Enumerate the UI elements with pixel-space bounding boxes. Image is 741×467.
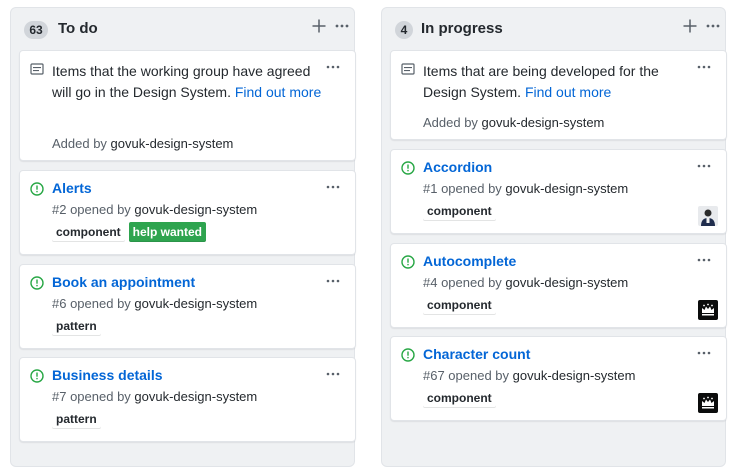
- assignee-avatar-crown-icon[interactable]: [698, 393, 718, 413]
- issue-opened-icon: [401, 255, 415, 269]
- assignee-avatar[interactable]: [698, 206, 718, 226]
- issue-labels: component: [423, 201, 500, 221]
- issue-author: govuk-design-system: [134, 389, 258, 404]
- find-out-more-link[interactable]: Find out more: [525, 84, 611, 100]
- label-component[interactable]: component: [423, 388, 496, 408]
- issue-labels: component help wanted: [52, 222, 210, 242]
- note-card[interactable]: Items that the working group have agreed…: [19, 50, 356, 161]
- label-help-wanted[interactable]: help wanted: [128, 222, 207, 242]
- issue-card[interactable]: Accordion #1 opened by govuk-design-syst…: [390, 149, 727, 234]
- issue-opened-icon: [30, 369, 44, 383]
- note-text: Items that are being developed for the D…: [423, 61, 693, 103]
- issue-title-link[interactable]: Autocomplete: [423, 251, 516, 271]
- note-text: Items that the working group have agreed…: [52, 61, 322, 103]
- column-in-progress: 4 In progress Items that are being devel…: [381, 7, 727, 467]
- issue-author: govuk-design-system: [134, 296, 258, 311]
- find-out-more-link[interactable]: Find out more: [235, 84, 321, 100]
- issue-opened-icon: [30, 182, 44, 196]
- issue-card[interactable]: Business details #7 opened by govuk-desi…: [19, 357, 356, 442]
- issue-opened-icon: [30, 276, 44, 290]
- issue-number-opened-by: #7 opened by: [52, 389, 135, 404]
- issue-labels: component: [423, 388, 500, 408]
- column-todo: 63 To do Items that the working group ha…: [10, 7, 356, 467]
- card-menu-kebab-icon[interactable]: [696, 59, 712, 75]
- card-menu-kebab-icon[interactable]: [325, 273, 341, 289]
- issue-labels: pattern: [52, 409, 105, 429]
- issue-title-link[interactable]: Character count: [423, 344, 530, 364]
- issue-number-opened-by: #1 opened by: [423, 181, 506, 196]
- issue-title-link[interactable]: Business details: [52, 365, 163, 385]
- issue-number-opened-by: #2 opened by: [52, 202, 135, 217]
- label-component[interactable]: component: [423, 201, 496, 221]
- issue-number-opened-by: #67 opened by: [423, 368, 513, 383]
- card-menu-kebab-icon[interactable]: [696, 252, 712, 268]
- column-title: In progress: [421, 20, 503, 37]
- column-header: 63 To do: [11, 8, 354, 48]
- added-by-user: govuk-design-system: [481, 115, 605, 130]
- label-component[interactable]: component: [52, 222, 125, 242]
- issue-opened-icon: [401, 161, 415, 175]
- issue-author: govuk-design-system: [134, 202, 258, 217]
- card-count-badge: 4: [395, 21, 413, 39]
- issue-labels: component: [423, 295, 500, 315]
- note-icon: [30, 63, 44, 75]
- issue-title-link[interactable]: Book an appointment: [52, 272, 195, 292]
- added-by-user: govuk-design-system: [110, 136, 234, 151]
- card-count-badge: 63: [24, 21, 48, 39]
- card-menu-kebab-icon[interactable]: [325, 179, 341, 195]
- issue-labels: pattern: [52, 316, 105, 336]
- issue-card[interactable]: Book an appointment #6 opened by govuk-d…: [19, 264, 356, 349]
- issue-title-link[interactable]: Alerts: [52, 178, 92, 198]
- label-pattern[interactable]: pattern: [52, 409, 101, 429]
- issue-number-opened-by: #4 opened by: [423, 275, 506, 290]
- card-menu-kebab-icon[interactable]: [696, 158, 712, 174]
- label-pattern[interactable]: pattern: [52, 316, 101, 336]
- issue-number-opened-by: #6 opened by: [52, 296, 135, 311]
- issue-meta: #2 opened by govuk-design-system: [52, 201, 257, 218]
- note-added-by: Added by govuk-design-system: [52, 135, 233, 152]
- issue-card[interactable]: Alerts #2 opened by govuk-design-system …: [19, 170, 356, 255]
- issue-meta: #7 opened by govuk-design-system: [52, 388, 257, 405]
- issue-meta: #6 opened by govuk-design-system: [52, 295, 257, 312]
- issue-author: govuk-design-system: [505, 181, 629, 196]
- column-title: To do: [58, 20, 98, 37]
- assignee-avatar-crown-icon[interactable]: [698, 300, 718, 320]
- issue-title-link[interactable]: Accordion: [423, 157, 492, 177]
- issue-meta: #4 opened by govuk-design-system: [423, 274, 628, 291]
- card-menu-kebab-icon[interactable]: [325, 59, 341, 75]
- note-icon: [401, 63, 415, 75]
- issue-card[interactable]: Autocomplete #4 opened by govuk-design-s…: [390, 243, 727, 328]
- label-component[interactable]: component: [423, 295, 496, 315]
- column-menu-kebab-icon[interactable]: [334, 18, 350, 34]
- card-menu-kebab-icon[interactable]: [325, 366, 341, 382]
- issue-opened-icon: [401, 348, 415, 362]
- card-menu-kebab-icon[interactable]: [696, 345, 712, 361]
- added-by-prefix: Added by: [52, 136, 111, 151]
- add-card-plus-icon[interactable]: [311, 18, 327, 34]
- issue-author: govuk-design-system: [505, 275, 629, 290]
- add-card-plus-icon[interactable]: [682, 18, 698, 34]
- issue-meta: #67 opened by govuk-design-system: [423, 367, 635, 384]
- issue-meta: #1 opened by govuk-design-system: [423, 180, 628, 197]
- added-by-prefix: Added by: [423, 115, 482, 130]
- column-menu-kebab-icon[interactable]: [705, 18, 721, 34]
- note-card[interactable]: Items that are being developed for the D…: [390, 50, 727, 140]
- note-added-by: Added by govuk-design-system: [423, 114, 604, 131]
- issue-author: govuk-design-system: [512, 368, 636, 383]
- issue-card[interactable]: Character count #67 opened by govuk-desi…: [390, 336, 727, 421]
- column-header: 4 In progress: [382, 8, 725, 48]
